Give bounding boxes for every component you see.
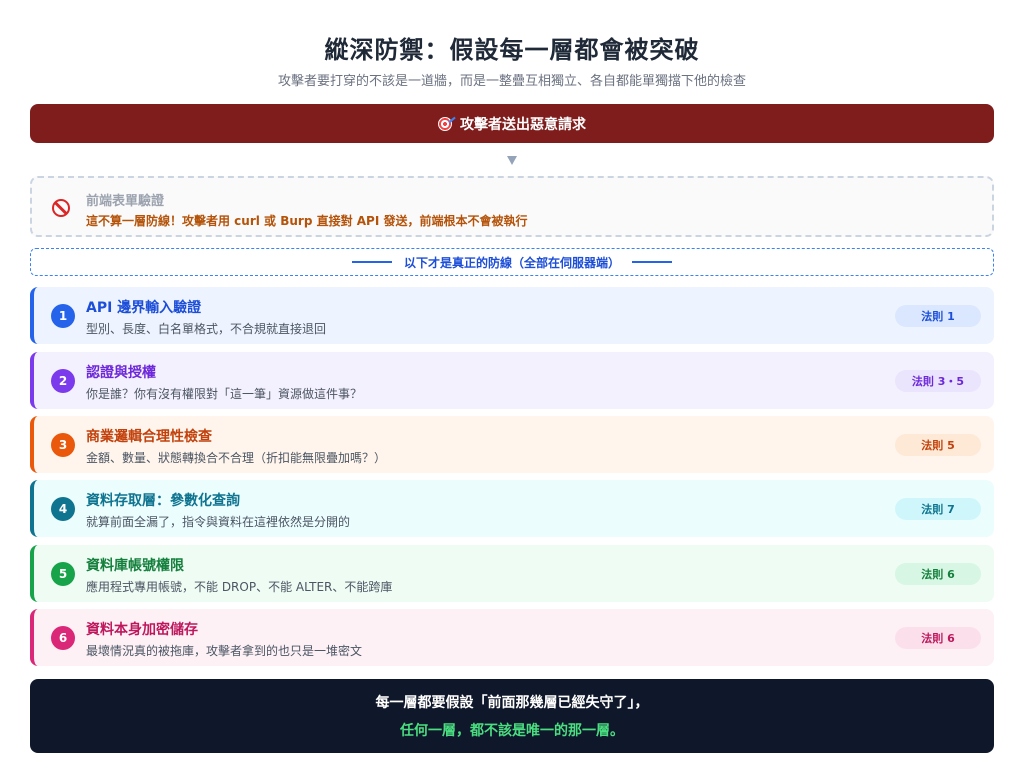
down-arrow-icon (504, 154, 520, 168)
divider-line-right (632, 261, 672, 263)
page-subtitle: 攻擊者要打穿的不該是一道牆，而是一整疊互相獨立、各自都能單獨擋下他的檢查 (277, 74, 746, 89)
rule-badge: 法則 6 (895, 563, 981, 585)
layer-number: 3 (51, 433, 75, 457)
layer-title: 認證與授權 (86, 365, 156, 381)
defense-layer-3: 3 商業邏輯合理性檢查 金額、數量、狀態轉換合不合理（折扣能無限疊加嗎？） 法則… (30, 416, 994, 473)
layer-desc: 最壞情況真的被拖庫，攻擊者拿到的也只是一堆密文 (86, 644, 363, 658)
layer-number: 1 (51, 304, 75, 328)
frontend-desc: 這不算一層防線！攻擊者用 curl 或 Burp 直接對 API 發送，前端根本… (86, 214, 528, 228)
defense-layer-1: 1 API 邊界輸入驗證 型別、長度、白名單格式，不合規就直接退回 法則 1 (30, 287, 994, 344)
layer-desc: 就算前面全漏了，指令與資料在這裡依然是分開的 (86, 515, 351, 529)
layer-title: 資料存取層：參數化查詢 (86, 493, 240, 509)
layer-number: 4 (51, 497, 75, 521)
layer-desc: 你是誰？你有沒有權限對「這一筆」資源做這件事？ (86, 387, 363, 401)
attacker-label: 攻擊者送出惡意請求 (460, 116, 586, 133)
defense-layer-6: 6 資料本身加密儲存 最壞情況真的被拖庫，攻擊者拿到的也只是一堆密文 法則 6 (30, 609, 994, 666)
divider-text: 以下才是真正的防線（全部在伺服器端） (403, 255, 620, 270)
layer-title: 資料本身加密儲存 (86, 622, 198, 638)
layer-number: 6 (51, 626, 75, 650)
page-title: 縱深防禦：假設每一層都會被突破 (324, 36, 700, 64)
layer-title: 商業邏輯合理性檢查 (86, 429, 212, 445)
layer-number: 5 (51, 562, 75, 586)
layer-desc: 金額、數量、狀態轉換合不合理（折扣能無限疊加嗎？） (86, 451, 387, 465)
frontend-validation-card: 前端表單驗證 這不算一層防線！攻擊者用 curl 或 Burp 直接對 API … (30, 176, 994, 237)
rule-badge: 法則 6 (895, 627, 981, 649)
layer-number: 2 (51, 369, 75, 393)
defense-layer-4: 4 資料存取層：參數化查詢 就算前面全漏了，指令與資料在這裡依然是分開的 法則 … (30, 480, 994, 537)
frontend-title: 前端表單驗證 (86, 194, 165, 209)
rule-badge: 法則 5 (895, 434, 981, 456)
rule-badge: 法則 3・5 (895, 370, 981, 392)
rule-badge: 法則 1 (895, 305, 981, 327)
server-side-divider: 以下才是真正的防線（全部在伺服器端） (30, 248, 994, 276)
layer-desc: 應用程式專用帳號，不能 DROP、不能 ALTER、不能跨庫 (86, 580, 393, 594)
layer-desc: 型別、長度、白名單格式，不合規就直接退回 (86, 322, 327, 336)
conclusion-line-1: 每一層都要假設「前面那幾層已經失守了」， (375, 695, 649, 711)
defense-layer-5: 5 資料庫帳號權限 應用程式專用帳號，不能 DROP、不能 ALTER、不能跨庫… (30, 545, 994, 602)
conclusion-line-2: 任何一層，都不該是唯一的那一層。 (400, 723, 624, 739)
dart-target-icon (438, 116, 452, 131)
layer-title: 資料庫帳號權限 (86, 558, 184, 574)
attacker-banner: 攻擊者送出惡意請求 (30, 104, 994, 143)
conclusion-banner: 每一層都要假設「前面那幾層已經失守了」， 任何一層，都不該是唯一的那一層。 (30, 679, 994, 753)
rule-badge: 法則 7 (895, 498, 981, 520)
defense-layer-2: 2 認證與授權 你是誰？你有沒有權限對「這一筆」資源做這件事？ 法則 3・5 (30, 352, 994, 409)
divider-line-left (351, 261, 392, 263)
layer-title: API 邊界輸入驗證 (86, 300, 202, 316)
prohibited-icon (52, 199, 70, 217)
